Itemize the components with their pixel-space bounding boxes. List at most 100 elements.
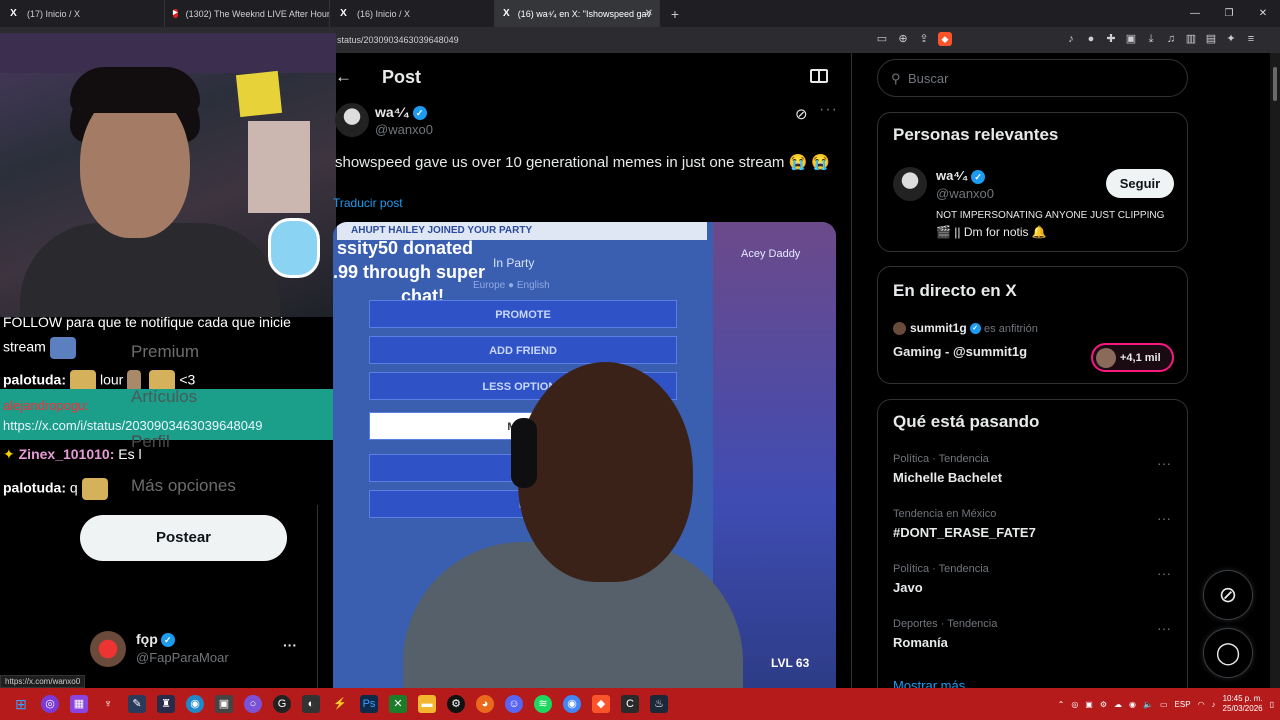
nav-item-profile[interactable]: Perfil [131,432,170,452]
nav-item-premium[interactable]: Premium [131,342,199,362]
nav-item-articles[interactable]: Artículos [131,387,197,407]
folder-icon[interactable]: ▬ [418,695,436,713]
user-name[interactable]: wa⁴⁄₄ [936,168,968,183]
nav-item-more[interactable]: Más opciones [131,476,236,496]
listeners-pill[interactable]: +4,1 mil [1091,343,1174,372]
chat-link[interactable]: https://x.com/i/status/20309034630396480… [3,418,262,433]
app-icon[interactable]: ⚡ [331,695,349,713]
author-handle[interactable]: @wanxo0 [375,122,433,137]
url-text[interactable]: status/2030903463039648049 [337,35,459,45]
xbox-icon[interactable]: ✕ [389,695,407,713]
more-icon[interactable]: ··· [1157,565,1171,581]
volume-icon[interactable]: 🔈 [1143,700,1153,709]
scrollbar-thumb[interactable] [1273,67,1277,101]
search-input[interactable]: ⚲ Buscar [877,59,1188,97]
download-icon[interactable]: ⤓ [1144,32,1158,46]
divider [851,53,852,688]
grok-icon[interactable]: ⊘ [795,105,808,123]
app-icon[interactable]: ◉ [186,695,204,713]
minimize-icon[interactable]: — [1178,0,1212,27]
user-handle[interactable]: @wanxo0 [936,186,994,201]
leo-icon[interactable]: ✦ [1224,32,1238,46]
post-video[interactable]: AHUPT HAILEY JOINED YOUR PARTY ssity50 d… [333,222,836,688]
trend-item[interactable]: Javo [893,580,923,595]
more-icon[interactable]: ··· [1157,620,1171,636]
menu-icon[interactable]: ≡ [1244,32,1258,46]
wallet-icon[interactable]: ▤ [1204,32,1218,46]
browser-tab[interactable]: ▶ (1302) The Weeknd LIVE After Hours [165,0,330,27]
app-icon[interactable]: ▦ [70,695,88,713]
firefox-icon[interactable]: ◕ [476,695,494,713]
tray-icon[interactable]: ⚙ [1100,700,1107,709]
account-handle: @FapParaMoar [136,650,229,665]
app-icon[interactable]: ♜ [157,695,175,713]
steam-icon[interactable]: ♨ [650,695,668,713]
browser-tab[interactable]: X (17) Inicio / X [0,0,165,27]
close-window-icon[interactable]: ✕ [1246,0,1280,27]
translate-link[interactable]: Traducir post [333,196,403,210]
extension-icon[interactable]: ● [1084,32,1098,46]
app-icon[interactable]: ♆ [99,695,117,713]
brave-shield-icon[interactable]: ◆ [938,32,952,46]
more-icon[interactable]: ··· [819,101,838,119]
zoom-icon[interactable]: ⊕ [896,32,910,46]
screenshot-icon[interactable]: ▣ [1124,32,1138,46]
discord-icon[interactable]: ☺ [505,695,523,713]
app-icon[interactable]: ▣ [215,695,233,713]
reader-mode-icon[interactable] [810,69,828,83]
brave-icon[interactable]: ◆ [592,695,610,713]
avatar[interactable] [893,167,927,201]
restore-icon[interactable]: ❐ [1212,0,1246,27]
notification-icon[interactable]: ▯ [1270,700,1274,709]
new-tab-button[interactable]: + [660,6,690,22]
more-icon[interactable]: ··· [283,637,297,653]
tray-icon[interactable]: ◎ [1071,700,1078,709]
tray-icon[interactable]: ◉ [1129,700,1136,709]
audio-icon[interactable]: ♪ [1064,32,1078,46]
share-icon[interactable]: ⇪ [917,32,931,46]
verified-badge-icon: ✓ [971,169,986,184]
trend-item[interactable]: Michelle Bachelet [893,470,1002,485]
app-icon[interactable]: ○ [244,695,262,713]
close-tab-icon[interactable]: ✕ [645,8,653,19]
post-button[interactable]: Postear [80,515,287,561]
host-name[interactable]: summit1g [910,321,967,335]
sidebar-icon[interactable]: ▥ [1184,32,1198,46]
tray-icon[interactable]: ☁ [1114,700,1122,709]
app-icon[interactable]: C [621,695,639,713]
wifi-icon[interactable]: ◠ [1198,700,1205,709]
more-icon[interactable]: ··· [1157,455,1171,471]
language-indicator[interactable]: ESP [1175,700,1191,709]
scrollbar[interactable] [1270,53,1280,688]
chrome-icon[interactable]: ◉ [563,695,581,713]
messages-icon[interactable]: ◯ [1203,628,1253,678]
photoshop-icon[interactable]: Ps [360,695,378,713]
windows-start-icon[interactable]: ⊞ [12,695,30,713]
stream-title[interactable]: Gaming - @summit1g [893,344,1027,359]
puzzle-icon[interactable]: ✚ [1104,32,1118,46]
trend-item[interactable]: Romanía [893,635,948,650]
app-icon[interactable]: ◎ [41,695,59,713]
app-icon[interactable]: G [273,695,291,713]
music-icon[interactable]: ♫ [1164,32,1178,46]
network-icon[interactable]: ▭ [1160,700,1168,709]
author-name[interactable]: wa⁴⁄₄ ✓ [375,104,427,121]
chevron-up-icon[interactable]: ⌃ [1058,700,1065,709]
speaker-icon[interactable]: ♪ [1212,700,1216,709]
back-arrow-icon[interactable]: ← [335,67,352,87]
cast-icon[interactable]: ▭ [875,32,889,46]
tray-icon[interactable]: ▣ [1085,700,1093,709]
browser-tab-active[interactable]: X (16) wa⁴⁄₄ en X: "Ishowspeed gav ✕ [495,0,660,27]
app-icon[interactable]: ✎ [128,695,146,713]
browser-tab[interactable]: X (16) Inicio / X [330,0,495,27]
author-avatar[interactable] [335,103,369,137]
follow-button[interactable]: Seguir [1106,169,1174,198]
app-icon[interactable]: ◐ [302,695,320,713]
trend-item[interactable]: #DONT_ERASE_FATE7 [893,525,1036,540]
more-icon[interactable]: ··· [1157,510,1171,526]
app-icon[interactable]: ⚙ [447,695,465,713]
spotify-icon[interactable]: ≋ [534,695,552,713]
account-switcher[interactable]: fǫp ✓ @FapParaMoar ··· [90,629,310,669]
clock[interactable]: 10:45 p. m. 25/03/2026 [1223,694,1263,714]
grok-icon[interactable]: ⊘ [1203,570,1253,620]
